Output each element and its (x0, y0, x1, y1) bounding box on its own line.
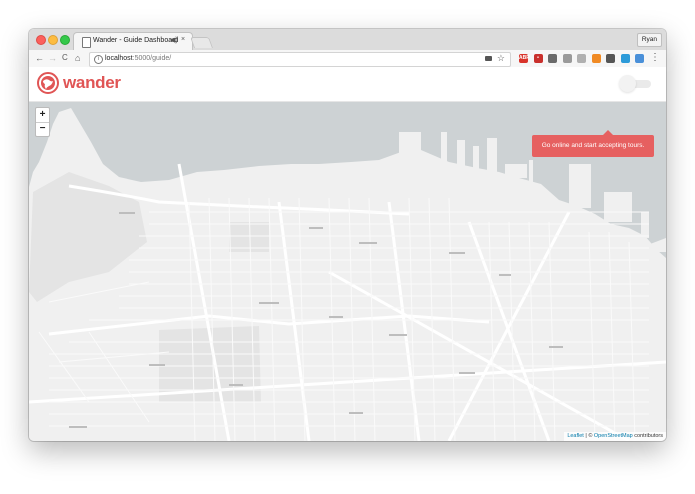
home-icon[interactable]: ⌂ (75, 52, 80, 64)
fullscreen-window-button[interactable] (60, 35, 70, 45)
twitter-icon[interactable] (620, 54, 630, 63)
profile-button[interactable]: Ryan (636, 33, 662, 47)
zoom-control: + − (35, 107, 50, 137)
zoom-out-button[interactable]: − (36, 122, 49, 136)
attribution-suffix: contributors (632, 433, 663, 439)
minimize-window-button[interactable] (48, 35, 58, 45)
gray-extension-icon[interactable] (577, 54, 586, 63)
page-icon (82, 37, 91, 48)
land-area (29, 108, 666, 441)
url-text: localhost:5000/guide/ (105, 55, 171, 62)
brand-name[interactable]: wander (63, 73, 121, 93)
tooltip-text: Go online and start accepting tours. (541, 142, 645, 149)
ghostery-icon[interactable] (548, 54, 557, 63)
camera-indicator-icon[interactable] (485, 56, 492, 61)
address-bar[interactable]: i localhost:5000/guide/ ☆ (89, 52, 511, 67)
site-info-icon[interactable]: i (94, 55, 103, 64)
url-host: localhost (105, 55, 133, 62)
lastpass-icon[interactable]: • (533, 54, 543, 63)
osm-link[interactable]: OpenStreetMap (594, 433, 633, 439)
map-view[interactable]: + − Go online and start accepting tours.… (29, 102, 666, 441)
browser-toolbar: ← → C ⌂ i localhost:5000/guide/ ☆ ABP • ⋮ (29, 50, 666, 68)
tab-strip: Wander - Guide Dashboard ◀︎) × Ryan (29, 29, 666, 51)
browser-tab[interactable]: Wander - Guide Dashboard ◀︎) × (73, 32, 193, 51)
browser-menu-icon[interactable]: ⋮ (650, 51, 660, 64)
tab-close-icon[interactable]: × (181, 36, 185, 43)
tooltip-arrow (603, 130, 613, 135)
go-online-tooltip: Go online and start accepting tours. (532, 130, 654, 157)
leaflet-link[interactable]: Leaflet (567, 433, 584, 439)
online-toggle[interactable] (619, 75, 651, 92)
wander-logo-icon[interactable] (37, 72, 59, 94)
close-window-button[interactable] (36, 35, 46, 45)
app-header: wander (29, 67, 666, 102)
new-tab-button[interactable] (189, 37, 214, 48)
adblock-icon[interactable]: ABP (519, 54, 530, 63)
rss-icon[interactable] (591, 54, 601, 63)
speaker-icon[interactable]: ◀︎) (170, 36, 178, 44)
toggle-knob[interactable] (619, 75, 636, 92)
forward-arrow-icon[interactable]: → (48, 52, 57, 64)
blue-extension-icon[interactable] (635, 54, 644, 63)
url-path: :5000/guide/ (132, 55, 172, 62)
tab-title: Wander - Guide Dashboard (93, 37, 179, 44)
browser-window: Wander - Guide Dashboard ◀︎) × Ryan ← → … (29, 29, 666, 441)
attribution-separator: | © (583, 433, 594, 439)
zoom-in-button[interactable]: + (36, 108, 49, 123)
map-attribution: Leaflet | © OpenStreetMap contributors (564, 432, 666, 441)
reload-icon[interactable]: C (62, 52, 68, 64)
bookmark-star-icon[interactable]: ☆ (497, 53, 505, 64)
back-arrow-icon[interactable]: ← (35, 52, 44, 64)
camera-icon[interactable] (562, 54, 572, 63)
dark-extension-icon[interactable] (606, 54, 615, 63)
